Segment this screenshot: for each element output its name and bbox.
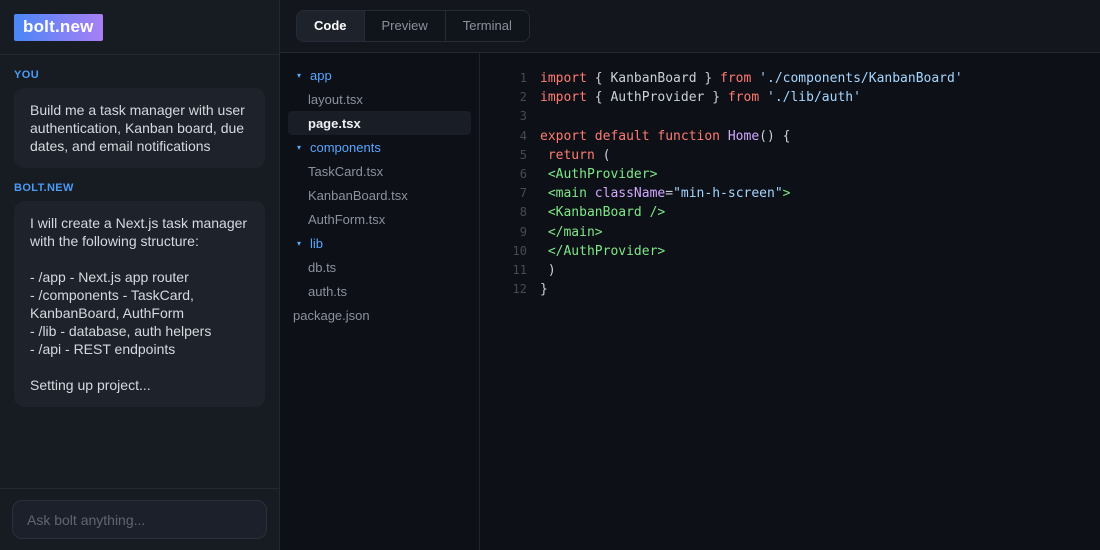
tree-item-label: auth.ts [308,283,348,299]
line-number: 11 [512,262,527,277]
tree-file-layout.tsx[interactable]: layout.tsx [280,87,479,111]
app-root: bolt.new YOU Build me a task manager with… [0,0,1100,550]
code-line: 6 <AuthProvider> [480,165,1100,184]
chat-input-container [0,488,279,550]
tree-folder-app[interactable]: ▾ app [280,63,479,87]
tab-preview[interactable]: Preview [364,11,446,41]
tree-file-taskcard.tsx[interactable]: TaskCard.tsx [280,159,479,183]
chevron-down-icon: ▾ [297,238,302,248]
tree-folder-components[interactable]: ▾ components [280,135,479,159]
tree-item-label: db.ts [308,259,337,275]
tree-item-label: app [310,67,332,83]
code-text: ) [540,262,556,278]
file-tree: ▾ app layout.tsx page.tsx ▾ components TaskCar… [280,53,480,550]
line-number: 5 [519,147,527,162]
code-line: 1 import { KanbanBoard } from './componen… [480,69,1100,88]
chat-message-list: YOU Build me a task manager with user aut… [0,55,279,488]
code-editor[interactable]: 1 import { KanbanBoard } from './componen… [480,53,1100,550]
tree-file-kanbanboard.tsx[interactable]: KanbanBoard.tsx [280,183,479,207]
chat-message: BOLT.NEW I will create a Next.js task man… [14,182,265,407]
tree-item-label: package.json [293,307,370,323]
tree-file-page.tsx[interactable]: page.tsx [288,111,471,135]
code-text: import { AuthProvider } from './lib/auth… [540,90,861,106]
tree-item-label: TaskCard.tsx [308,163,384,179]
code-text: <main className="min-h-screen"> [547,186,791,202]
tree-item-label: components [310,139,381,155]
tab-terminal[interactable]: Terminal [445,11,529,41]
tree-file-db.ts[interactable]: db.ts [280,255,479,279]
chevron-down-icon: ▾ [297,70,302,80]
line-number: 2 [519,90,527,105]
tree-file-auth.ts[interactable]: auth.ts [280,279,479,303]
sidebar-header: bolt.new [0,0,279,55]
line-number: 1 [519,71,527,85]
code-text: import { KanbanBoard } from './component… [540,71,963,86]
message-role-label: YOU [14,69,40,81]
workspace-body: ▾ app layout.tsx page.tsx ▾ components TaskCar… [280,53,1100,550]
code-line: 12} [480,280,1100,299]
tree-item-label: AuthForm.tsx [308,211,386,227]
message-role-label: BOLT.NEW [14,182,74,194]
code-text: <KanbanBoard /> [547,205,666,221]
code-line: 11 ) [480,261,1100,280]
line-number: 3 [519,109,527,124]
workspace-topbar: Code Preview Terminal [280,0,1100,53]
code-line: 3 [480,107,1100,126]
tree-file-package.json[interactable]: package.json [280,303,479,327]
line-number: 8 [519,205,527,220]
chat-sidebar: bolt.new YOU Build me a task manager with… [0,0,280,550]
tree-file-authform.tsx[interactable]: AuthForm.tsx [280,207,479,231]
workspace: Code Preview Terminal ▾ app layout.tsx page.t… [280,0,1100,550]
view-tabs: Code Preview Terminal [296,10,530,42]
tree-item-label: page.tsx [308,115,361,131]
chat-message: YOU Build me a task manager with user aut… [14,69,265,168]
line-number: 9 [519,224,527,239]
chat-input[interactable] [12,500,267,539]
code-text: export default function Home() { [540,128,791,144]
code-line: 10 </AuthProvider> [480,242,1100,261]
code-text: </AuthProvider> [547,243,666,259]
code-text: </main> [547,224,603,240]
tree-folder-lib[interactable]: ▾ lib [280,231,479,255]
tree-item-label: lib [310,235,324,251]
code-line: 4 export default function Home() { [480,127,1100,146]
message-bubble: I will create a Next.js task manager wit… [14,201,265,407]
line-number: 10 [512,243,527,258]
code-line: 7 <main className="min-h-screen"> [480,184,1100,203]
message-bubble: Build me a task manager with user authen… [14,88,265,168]
line-number: 4 [519,128,527,143]
code-line: 8 <KanbanBoard /> [480,203,1100,222]
code-text: } [540,282,548,298]
line-number: 6 [519,166,527,181]
code-line: 5 return ( [480,146,1100,165]
bolt-logo: bolt.new [14,13,103,41]
code-text: <AuthProvider> [547,166,658,182]
code-text: return ( [547,147,611,163]
code-line: 2 import { AuthProvider } from './lib/aut… [480,88,1100,107]
line-number: 7 [519,186,527,201]
tab-code[interactable]: Code [297,11,365,41]
tree-item-label: layout.tsx [308,91,363,107]
line-number: 12 [512,282,527,297]
tree-item-label: KanbanBoard.tsx [308,187,408,203]
chevron-down-icon: ▾ [297,142,302,152]
code-line: 9 </main> [480,223,1100,242]
